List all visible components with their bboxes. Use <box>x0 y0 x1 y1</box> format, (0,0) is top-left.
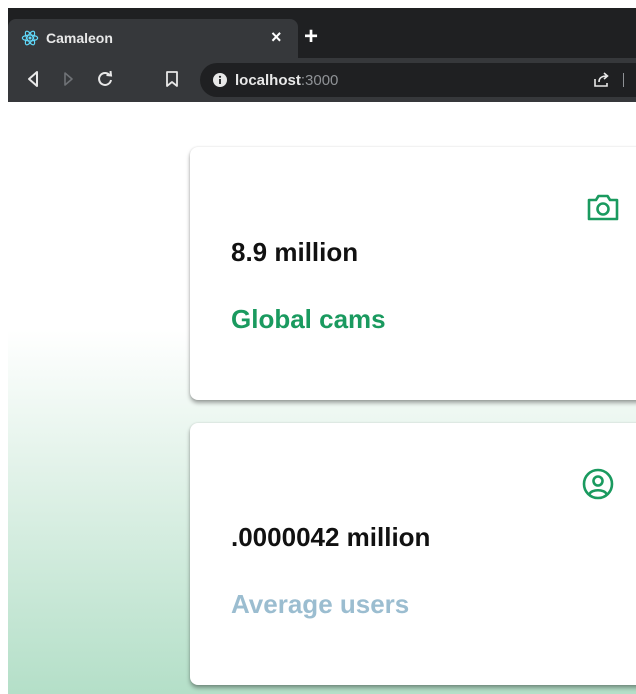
browser-toolbar: localhost:3000 <box>8 58 636 102</box>
tab-title: Camaleon <box>46 30 113 46</box>
address-port: :3000 <box>300 72 339 89</box>
user-circle-icon <box>582 468 614 500</box>
tab-close-button[interactable]: × <box>271 27 282 47</box>
tab-camaleon[interactable]: Camaleon × <box>8 19 298 58</box>
address-url: localhost:3000 <box>235 72 338 89</box>
stat-value: .0000042 million <box>231 522 431 552</box>
stat-label: Average users <box>231 589 410 619</box>
react-atom-icon <box>21 30 39 46</box>
reload-icon[interactable] <box>96 70 114 88</box>
address-divider <box>623 73 624 87</box>
info-icon[interactable] <box>213 73 227 87</box>
stat-value: 8.9 million <box>231 237 359 267</box>
stat-card-average-users: .0000042 million Average users <box>190 423 636 685</box>
address-bar[interactable]: localhost:3000 <box>200 63 636 97</box>
bookmark-icon[interactable] <box>165 70 179 88</box>
stat-card-global-cams: 8.9 million Global cams <box>190 147 636 400</box>
stat-label: Global cams <box>231 304 386 334</box>
browser-window: Camaleon × + localhost:3000 8.9 million … <box>8 0 636 694</box>
tab-bar: Camaleon × + <box>8 8 636 58</box>
address-host: localhost <box>235 72 301 89</box>
camera-icon <box>587 194 619 221</box>
back-icon[interactable] <box>26 70 40 88</box>
forward-icon[interactable] <box>62 70 76 88</box>
share-icon[interactable] <box>593 72 611 88</box>
new-tab-button[interactable]: + <box>304 25 318 49</box>
